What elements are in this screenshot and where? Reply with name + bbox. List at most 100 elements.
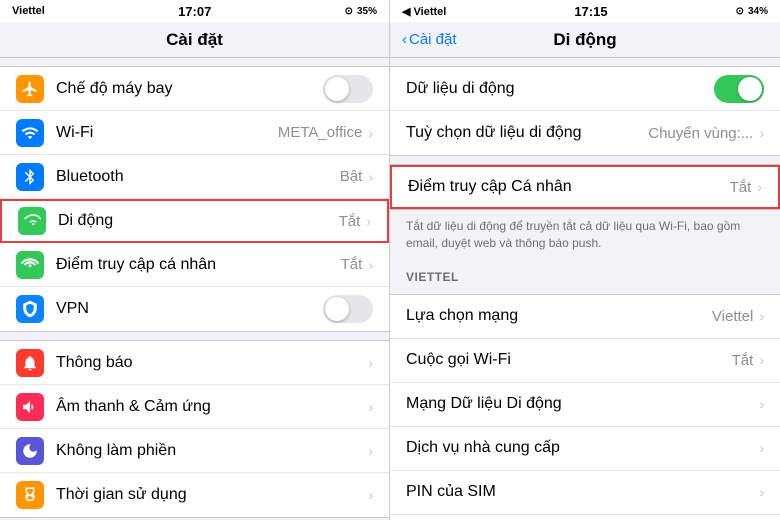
left-section-2: Thông báo › Âm thanh & Cảm ứng › K <box>0 340 389 518</box>
row-screentime[interactable]: Thời gian sử dụng › <box>0 473 389 517</box>
right-nav-title: Di động <box>553 30 616 50</box>
left-settings-list: Chế độ máy bay Wi-Fi META_office › <box>0 58 389 520</box>
bluetooth-value: Bật <box>340 168 363 185</box>
airplane-icon <box>16 75 44 103</box>
data-description: Tắt dữ liệu di động để truyền tắt cả dữ … <box>390 210 780 260</box>
row-network-choice[interactable]: Lựa chọn mạng Viettel › <box>390 295 780 339</box>
left-section-1: Chế độ máy bay Wi-Fi META_office › <box>0 66 389 332</box>
left-carrier: Viettel <box>12 5 45 17</box>
left-section-2-inner: Thông báo › Âm thanh & Cảm ứng › K <box>0 340 389 518</box>
dnd-chevron: › <box>368 443 373 459</box>
row-vpn[interactable]: VPN <box>0 287 389 331</box>
hotspot-value: Tắt <box>341 256 363 273</box>
mobile-data-network-chevron: › <box>759 396 764 412</box>
mobile-icon <box>18 207 46 235</box>
row-data-options[interactable]: Tuỳ chọn dữ liệu di động Chuyển vùng:...… <box>390 111 780 155</box>
right-hotspot-section: Điểm truy cập Cá nhân Tắt › <box>390 164 780 210</box>
mobile-label: Di động <box>58 212 339 230</box>
right-phone: ◀ Viettel 17:15 ⊙ 34% ‹ Cài đặt Di động … <box>390 0 780 520</box>
row-mobile-data-network[interactable]: Mạng Dữ liệu Di động › <box>390 383 780 427</box>
vpn-icon <box>16 295 44 323</box>
sim-pin-label: PIN của SIM <box>406 483 759 501</box>
left-nav-title: Cài đặt <box>166 30 223 50</box>
sound-chevron: › <box>368 399 373 415</box>
right-back-button[interactable]: ‹ Cài đặt <box>402 31 457 48</box>
provider-label: Dịch vụ nhà cung cấp <box>406 439 759 457</box>
row-wifi[interactable]: Wi-Fi META_office › <box>0 111 389 155</box>
hotspot-chevron: › <box>368 257 373 273</box>
mobile-data-network-label: Mạng Dữ liệu Di động <box>406 395 759 413</box>
right-data-section-inner: Dữ liệu di động Tuỳ chọn dữ liệu di động… <box>390 66 780 156</box>
right-nav-bar: ‹ Cài đặt Di động <box>390 22 780 58</box>
right-settings-list: Dữ liệu di động Tuỳ chọn dữ liệu di động… <box>390 58 780 520</box>
row-notifications[interactable]: Thông báo › <box>0 341 389 385</box>
data-mobile-toggle[interactable] <box>714 75 764 103</box>
sound-icon <box>16 393 44 421</box>
left-time: 17:07 <box>178 4 211 19</box>
wifi-icon <box>16 119 44 147</box>
sound-label: Âm thanh & Cảm ứng <box>56 398 368 416</box>
row-right-hotspot[interactable]: Điểm truy cập Cá nhân Tắt › <box>390 165 780 209</box>
vpn-toggle[interactable] <box>323 295 373 323</box>
row-data-mobile[interactable]: Dữ liệu di động <box>390 67 780 111</box>
network-choice-chevron: › <box>759 308 764 324</box>
notifications-chevron: › <box>368 355 373 371</box>
data-options-chevron: › <box>759 125 764 141</box>
viettel-header: VIETTEL <box>390 266 780 286</box>
right-hotspot-value: Tắt <box>730 179 752 196</box>
provider-chevron: › <box>759 440 764 456</box>
screentime-chevron: › <box>368 487 373 503</box>
wifi-call-chevron: › <box>759 352 764 368</box>
dnd-icon <box>16 437 44 465</box>
vpn-label: VPN <box>56 300 323 318</box>
row-mobile[interactable]: Di động Tắt › <box>0 199 389 243</box>
notifications-icon <box>16 349 44 377</box>
right-time: 17:15 <box>574 4 607 19</box>
bluetooth-chevron: › <box>368 169 373 185</box>
right-hotspot-chevron: › <box>757 179 762 195</box>
wifi-call-label: Cuộc gọi Wi-Fi <box>406 351 732 369</box>
screentime-icon <box>16 481 44 509</box>
left-status-bar: Viettel 17:07 ⊙ 35% <box>0 0 389 22</box>
dnd-label: Không làm phiền <box>56 442 368 460</box>
bluetooth-label: Bluetooth <box>56 168 340 186</box>
data-options-label: Tuỳ chọn dữ liệu di động <box>406 124 648 142</box>
right-status-bar: ◀ Viettel 17:15 ⊙ 34% <box>390 0 780 22</box>
hotspot-icon <box>16 251 44 279</box>
back-label: Cài đặt <box>409 31 457 48</box>
wifi-label: Wi-Fi <box>56 124 278 142</box>
row-dnd[interactable]: Không làm phiền › <box>0 429 389 473</box>
row-wifi-call[interactable]: Cuộc gọi Wi-Fi Tắt › <box>390 339 780 383</box>
left-battery: ⊙ 35% <box>345 6 377 17</box>
row-sim-pin[interactable]: PIN của SIM › <box>390 471 780 515</box>
notifications-label: Thông báo <box>56 354 368 372</box>
network-choice-label: Lựa chọn mạng <box>406 307 712 325</box>
left-nav-bar: Cài đặt <box>0 22 389 58</box>
screentime-label: Thời gian sử dụng <box>56 486 368 504</box>
row-hotspot[interactable]: Điểm truy cập cá nhân Tắt › <box>0 243 389 287</box>
row-airplane[interactable]: Chế độ máy bay <box>0 67 389 111</box>
hotspot-label: Điểm truy cập cá nhân <box>56 256 341 274</box>
row-sound[interactable]: Âm thanh & Cảm ứng › <box>0 385 389 429</box>
viettel-section-inner: Lựa chọn mạng Viettel › Cuộc gọi Wi-Fi T… <box>390 294 780 520</box>
right-hotspot-inner: Điểm truy cập Cá nhân Tắt › <box>390 164 780 210</box>
mobile-chevron: › <box>366 213 371 229</box>
mobile-value: Tắt <box>339 213 361 230</box>
airplane-label: Chế độ máy bay <box>56 80 323 98</box>
airplane-toggle[interactable] <box>323 75 373 103</box>
bluetooth-icon <box>16 163 44 191</box>
wifi-call-value: Tắt <box>732 352 754 369</box>
right-hotspot-label: Điểm truy cập Cá nhân <box>408 178 730 196</box>
right-data-section: Dữ liệu di động Tuỳ chọn dữ liệu di động… <box>390 66 780 156</box>
sim-pin-chevron: › <box>759 484 764 500</box>
left-section-1-inner: Chế độ máy bay Wi-Fi META_office › <box>0 66 389 332</box>
network-choice-value: Viettel <box>712 308 753 325</box>
row-bluetooth[interactable]: Bluetooth Bật › <box>0 155 389 199</box>
row-sim-apps[interactable]: Ứng dụng của SIM › <box>390 515 780 520</box>
wifi-chevron: › <box>368 125 373 141</box>
right-carrier: ◀ Viettel <box>402 5 446 18</box>
right-battery: ⊙ 34% <box>736 6 768 17</box>
row-provider[interactable]: Dịch vụ nhà cung cấp › <box>390 427 780 471</box>
back-chevron-icon: ‹ <box>402 31 407 48</box>
wifi-value: META_office <box>278 124 362 141</box>
